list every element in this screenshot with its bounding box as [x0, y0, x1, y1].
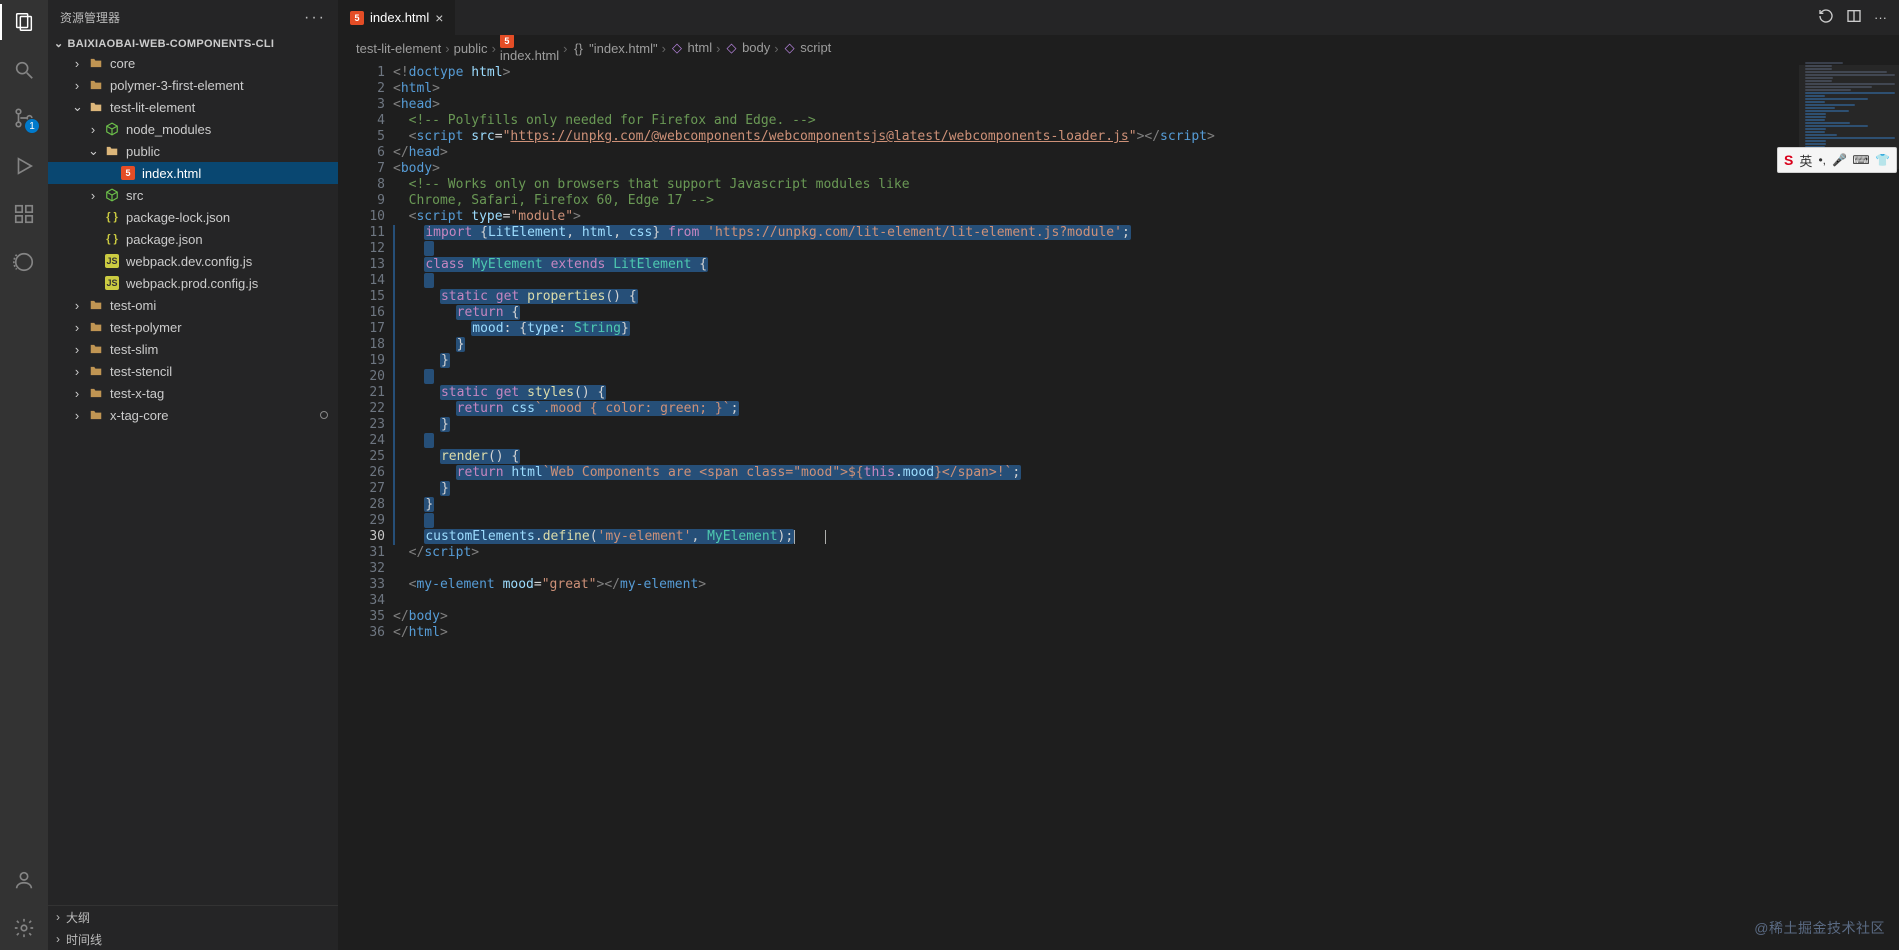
- explorer-icon[interactable]: [10, 8, 38, 36]
- scm-badge: 1: [24, 118, 40, 134]
- folder-core[interactable]: ›core: [48, 52, 338, 74]
- folder-test-slim[interactable]: ›test-slim: [48, 338, 338, 360]
- breadcrumb-item[interactable]: ◇ script: [783, 40, 832, 56]
- settings-gear-icon[interactable]: [10, 914, 38, 942]
- code-area[interactable]: <!doctype html><html><head> <!-- Polyfil…: [393, 61, 1899, 950]
- reload-icon[interactable]: [1818, 8, 1834, 27]
- editor-body[interactable]: 1234567891011121314151617181920212223242…: [338, 61, 1899, 950]
- breadcrumb-item[interactable]: ◇ body: [724, 40, 770, 56]
- tab-actions: ···: [1806, 0, 1899, 35]
- explorer-sidebar: 资源管理器 ··· ⌄ BAIXIAOBAI-WEB-COMPONENTS-CL…: [48, 0, 338, 950]
- file-index.html[interactable]: 5index.html: [48, 162, 338, 184]
- breadcrumb-item[interactable]: 5 index.html: [500, 35, 559, 61]
- workspace-header[interactable]: ⌄ BAIXIAOBAI-WEB-COMPONENTS-CLI: [48, 35, 338, 52]
- accounts-icon[interactable]: [10, 866, 38, 894]
- file-webpack.prod.config.js[interactable]: JSwebpack.prod.config.js: [48, 272, 338, 294]
- file-package.json[interactable]: { }package.json: [48, 228, 338, 250]
- folder-test-x-tag[interactable]: ›test-x-tag: [48, 382, 338, 404]
- breadcrumb-item[interactable]: ◇ html: [670, 40, 712, 56]
- modified-dot-icon: [320, 411, 328, 419]
- extensions-icon[interactable]: [10, 200, 38, 228]
- ime-toolbar[interactable]: S 英 •, 🎤 ⌨ 👕: [1777, 147, 1897, 173]
- folder-test-lit-element[interactable]: ⌄test-lit-element: [48, 96, 338, 118]
- run-debug-icon[interactable]: [10, 152, 38, 180]
- line-gutter: 1234567891011121314151617181920212223242…: [338, 61, 393, 950]
- folder-test-stencil[interactable]: ›test-stencil: [48, 360, 338, 382]
- breadcrumb-item[interactable]: public: [454, 41, 488, 56]
- folder-test-omi[interactable]: ›test-omi: [48, 294, 338, 316]
- keyboard-icon[interactable]: ⌨: [1853, 152, 1869, 168]
- breadcrumbs[interactable]: test-lit-element› public›5 index.html›{}…: [338, 35, 1899, 61]
- timeline-section[interactable]: ›时间线: [48, 928, 338, 950]
- skin-icon[interactable]: 👕: [1875, 152, 1890, 168]
- sidebar-title: 资源管理器: [60, 9, 120, 26]
- workspace-name: BAIXIAOBAI-WEB-COMPONENTS-CLI: [68, 38, 275, 50]
- html5-icon: 5: [350, 11, 364, 25]
- close-icon[interactable]: ×: [435, 10, 443, 26]
- source-control-icon[interactable]: 1: [10, 104, 38, 132]
- folder-src[interactable]: ›src: [48, 184, 338, 206]
- chevron-right-icon: ›: [56, 910, 60, 924]
- ime-lang[interactable]: 英: [1799, 151, 1812, 170]
- ime-punct[interactable]: •,: [1818, 152, 1826, 168]
- more-icon[interactable]: ···: [1874, 10, 1887, 25]
- sidebar-footer: ›大纲 ›时间线: [48, 905, 338, 950]
- tabs-bar: 5 index.html × ···: [338, 0, 1899, 35]
- microphone-icon[interactable]: 🎤: [1832, 152, 1847, 168]
- folder-node_modules[interactable]: ›node_modules: [48, 118, 338, 140]
- chevron-right-icon: ›: [56, 932, 60, 946]
- folder-public[interactable]: ⌄public: [48, 140, 338, 162]
- split-editor-icon[interactable]: [1846, 8, 1862, 27]
- ime-logo-icon: S: [1784, 152, 1793, 168]
- file-tree[interactable]: ›core›polymer-3-first-element⌄test-lit-e…: [48, 52, 338, 905]
- watermark: @稀土掘金技术社区: [1754, 918, 1885, 938]
- search-icon[interactable]: [10, 56, 38, 84]
- tab-index-html[interactable]: 5 index.html ×: [338, 0, 456, 35]
- tab-label: index.html: [370, 10, 429, 25]
- breadcrumb-item[interactable]: test-lit-element: [356, 41, 441, 56]
- editor-area: 5 index.html × ··· test-lit-element› pub…: [338, 0, 1899, 950]
- file-package-lock.json[interactable]: { }package-lock.json: [48, 206, 338, 228]
- timeline-icon[interactable]: [10, 248, 38, 276]
- folder-x-tag-core[interactable]: ›x-tag-core: [48, 404, 338, 426]
- outline-section[interactable]: ›大纲: [48, 906, 338, 928]
- sidebar-more-icon[interactable]: ···: [304, 9, 326, 27]
- folder-test-polymer[interactable]: ›test-polymer: [48, 316, 338, 338]
- folder-polymer-3-first-element[interactable]: ›polymer-3-first-element: [48, 74, 338, 96]
- activity-bar: 1: [0, 0, 48, 950]
- sidebar-title-row: 资源管理器 ···: [48, 0, 338, 35]
- chevron-down-icon: ⌄: [54, 37, 64, 50]
- file-webpack.dev.config.js[interactable]: JSwebpack.dev.config.js: [48, 250, 338, 272]
- breadcrumb-item[interactable]: {} "index.html": [572, 41, 658, 56]
